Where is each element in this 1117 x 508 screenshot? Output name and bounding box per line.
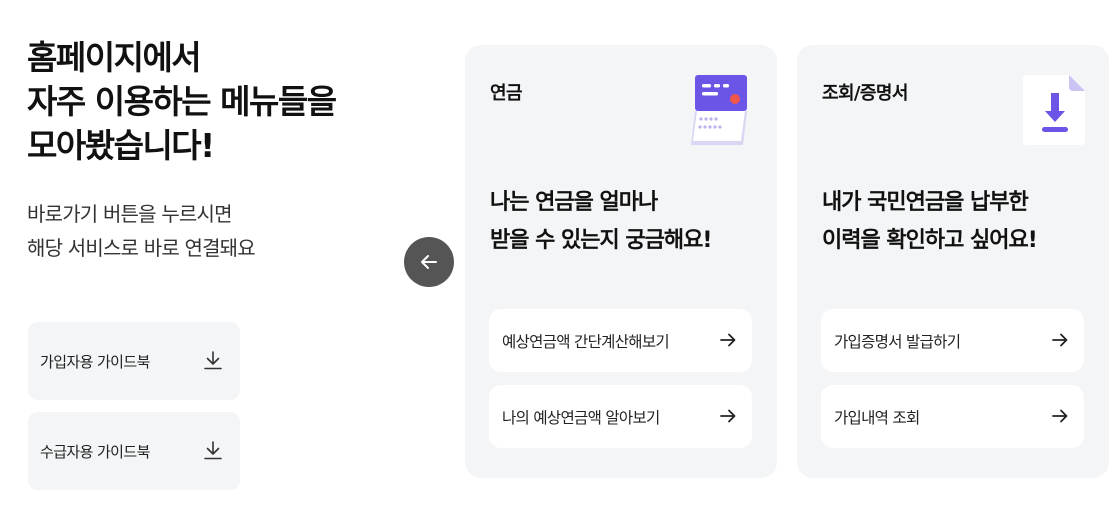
card-title: 조회/증명서 (822, 83, 908, 104)
link-label: 예상연금액 간단계산해보기 (502, 332, 670, 351)
headline-line-2: 자주 이용하는 메뉴들을 (27, 82, 337, 121)
headline-line-1: 홈페이지에서 (27, 38, 202, 77)
subtitle-line-2: 해당 서비스로 바로 연결돼요 (27, 236, 256, 260)
page-headline: 홈페이지에서 자주 이용하는 메뉴들을 모아봤습니다! (27, 36, 337, 168)
card-title: 연금 (490, 83, 523, 104)
arrow-right-icon (720, 409, 736, 423)
guidebook-label: 수급자용 가이드북 (40, 442, 150, 461)
pension-card-icon (691, 75, 747, 145)
card-description-line-1: 나는 연금을 얼마나 (490, 190, 658, 215)
pension-card: 연금 나는 연금을 얼마나 받을 수 있는지 궁금해요! 예상연금액 간단계산해… (465, 45, 777, 478)
page-subtitle: 바로가기 버튼을 누르시면 해당 서비스로 바로 연결돼요 (27, 197, 256, 265)
card-description: 나는 연금을 얼마나 받을 수 있는지 궁금해요! (490, 184, 712, 260)
simple-pension-calculator-link[interactable]: 예상연금액 간단계산해보기 (489, 309, 752, 372)
my-expected-pension-link[interactable]: 나의 예상연금액 알아보기 (489, 385, 752, 448)
subscription-certificate-link[interactable]: 가입증명서 발급하기 (821, 309, 1084, 372)
guidebook-label: 가입자용 가이드북 (40, 352, 150, 371)
arrow-right-icon (720, 333, 736, 347)
carousel-prev-button[interactable] (404, 237, 454, 287)
card-description-line-2: 이력을 확인하고 싶어요! (822, 228, 1038, 253)
link-label: 가입내역 조회 (834, 408, 920, 427)
inquiry-certificate-card: 조회/증명서 내가 국민연금을 납부한 이력을 확인하고 싶어요! 가입증명서 … (797, 45, 1109, 478)
recipient-guidebook-button[interactable]: 수급자용 가이드북 (28, 412, 240, 490)
subtitle-line-1: 바로가기 버튼을 누르시면 (27, 202, 233, 226)
arrow-right-icon (1052, 333, 1068, 347)
card-description: 내가 국민연금을 납부한 이력을 확인하고 싶어요! (822, 184, 1038, 260)
arrow-left-icon (421, 255, 437, 269)
download-icon (204, 441, 222, 460)
link-label: 가입증명서 발급하기 (834, 332, 961, 351)
headline-line-3: 모아봤습니다! (27, 126, 215, 165)
subscriber-guidebook-button[interactable]: 가입자용 가이드북 (28, 322, 240, 400)
card-description-line-1: 내가 국민연금을 납부한 (822, 190, 1029, 215)
document-download-icon (1023, 75, 1085, 145)
card-description-line-2: 받을 수 있는지 궁금해요! (490, 228, 712, 253)
download-icon (204, 351, 222, 370)
arrow-right-icon (1052, 409, 1068, 423)
subscription-history-link[interactable]: 가입내역 조회 (821, 385, 1084, 448)
link-label: 나의 예상연금액 알아보기 (502, 408, 660, 427)
